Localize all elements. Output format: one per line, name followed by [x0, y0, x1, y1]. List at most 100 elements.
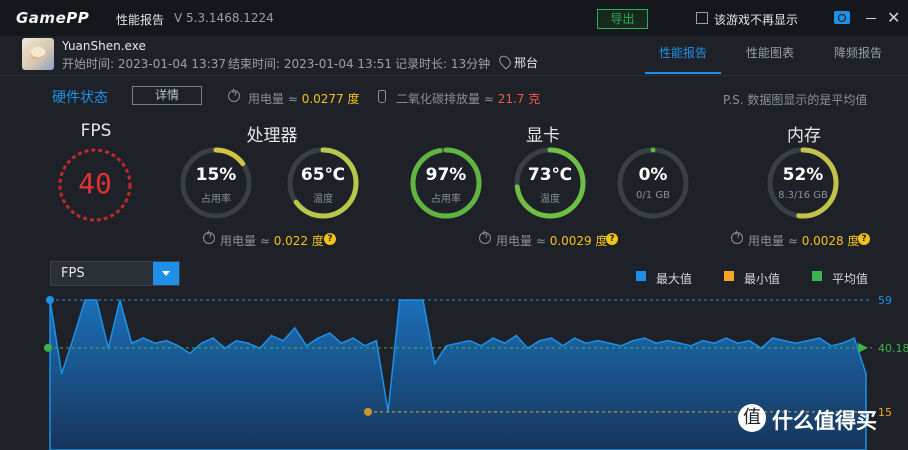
metric-select[interactable]: FPS: [50, 261, 180, 286]
avg-tick-label: 40.18: [878, 342, 908, 355]
fps-point: [620, 345, 622, 347]
fps-point: [678, 342, 681, 344]
fps-point: [375, 339, 378, 342]
legend-swatch-avg: [812, 271, 822, 281]
tab-performance-chart[interactable]: 性能图表: [746, 44, 794, 61]
active-tab-underline: [645, 72, 721, 74]
tab-throttle-report[interactable]: 降频报告: [834, 44, 882, 61]
fps-point: [503, 342, 506, 344]
session-info-bar: YuanShen.exe 开始时间: 2023-01-04 13:37 结束时间…: [0, 36, 908, 76]
cpu-power: 用电量 ≈ 0.022 度: [220, 234, 324, 248]
fps-point: [760, 347, 762, 350]
hardware-status-title: 硬件状态: [52, 90, 108, 106]
camera-icon[interactable]: [834, 11, 850, 24]
duration: 记录时长: 13分钟: [395, 57, 491, 71]
mem-usage-label: 8.3/16 GB: [778, 190, 828, 201]
fps-point: [329, 332, 331, 334]
fps-point: [457, 342, 459, 344]
tab-performance-report[interactable]: 性能报告: [659, 44, 707, 61]
fps-point: [445, 345, 448, 347]
fps-point: [305, 345, 308, 347]
fps-point: [515, 334, 518, 337]
no-show-label: 该游戏不再显示: [714, 13, 799, 27]
fps-point: [783, 339, 786, 342]
fps-point: [72, 337, 75, 339]
cpu-help-icon[interactable]: ?: [324, 233, 336, 245]
fps-point: [748, 339, 751, 342]
fps-point: [573, 337, 576, 339]
game-avatar: [22, 38, 54, 70]
fps-point: [270, 334, 273, 337]
fps-point: [865, 372, 867, 375]
fps-point: [725, 337, 727, 339]
fps-point: [795, 342, 797, 344]
mem-title: 内存: [787, 126, 821, 146]
mem-usage-value: 52%: [782, 165, 824, 185]
minimize-icon[interactable]: [866, 18, 876, 19]
gpu-temp-label: 温度: [540, 194, 560, 205]
gpu-vram-label: 0/1 GB: [636, 190, 670, 201]
export-button[interactable]: 导出: [597, 9, 648, 29]
fps-point: [841, 342, 844, 344]
fps-point: [130, 342, 133, 344]
fps-point: [119, 299, 121, 301]
fps-point: [154, 342, 156, 344]
cpu-temp-label: 温度: [313, 194, 333, 205]
fps-point: [294, 327, 296, 329]
fps-point: [853, 337, 856, 339]
gpu-power-icon: [479, 230, 491, 244]
fps-point: [632, 339, 634, 342]
fps-point: [585, 342, 587, 344]
fps-point: [538, 339, 541, 342]
fps-gauge: 40: [55, 145, 135, 225]
close-icon[interactable]: ✕: [887, 8, 900, 27]
fps-point: [562, 345, 564, 347]
title-bar: GamePP 性能报告 V 5.3.1468.1224 导出 该游戏不再显示 ✕: [0, 0, 908, 36]
power-icon: [228, 88, 240, 102]
mem-usage-gauge: 52% 8.3/16 GB: [765, 145, 841, 221]
version-label: V 5.3.1468.1224: [174, 11, 274, 25]
cpu-power-icon: [203, 230, 215, 244]
fps-point: [667, 339, 669, 342]
gpu-help-icon[interactable]: ?: [606, 233, 618, 245]
fps-point: [737, 342, 739, 344]
fps-point: [60, 372, 63, 375]
fps-point: [597, 339, 599, 342]
fps-point: [165, 339, 168, 342]
chevron-down-icon[interactable]: [153, 262, 179, 285]
fps-value: 40: [78, 167, 112, 200]
detail-button[interactable]: 详情: [132, 86, 202, 105]
fps-point: [806, 339, 809, 342]
gpu-usage-value: 97%: [425, 165, 467, 185]
fps-point: [818, 337, 821, 339]
fps-point: [655, 342, 657, 344]
min-marker: [364, 407, 372, 416]
co2-emission: 二氧化碳排放量 ≈ 21.7 克: [396, 92, 541, 106]
avg-marker: [44, 343, 52, 352]
gpu-power: 用电量 ≈ 0.0029 度: [496, 234, 608, 248]
legend-swatch-min: [724, 271, 734, 281]
fps-point: [713, 342, 716, 344]
mem-help-icon[interactable]: ?: [858, 233, 870, 245]
cpu-usage-gauge: 15% 占用率: [178, 145, 254, 221]
fps-point: [771, 337, 774, 339]
max-tick-label: 59: [878, 294, 892, 307]
chart-note: P.S. 数据图显示的是平均值: [723, 93, 868, 107]
fps-point: [235, 339, 238, 342]
gpu-usage-label: 占用率: [431, 194, 461, 205]
metric-select-value: FPS: [61, 266, 85, 281]
start-time: 开始时间: 2023-01-04 13:37: [62, 57, 226, 71]
legend-min: 最小值: [744, 272, 781, 286]
legend-avg: 平均值: [832, 272, 869, 286]
fps-point: [212, 337, 214, 339]
fps-point: [690, 345, 692, 347]
gpu-vram-value: 0%: [638, 165, 668, 185]
location-pin-icon: [496, 53, 514, 70]
no-show-checkbox[interactable]: [696, 12, 708, 24]
exe-name: YuanShen.exe: [62, 39, 146, 53]
co2-icon: [378, 90, 386, 103]
fps-point: [177, 345, 179, 347]
fps-point: [247, 342, 249, 344]
cpu-temp-value: 65℃: [300, 165, 346, 185]
window-title: 性能报告: [116, 13, 165, 27]
